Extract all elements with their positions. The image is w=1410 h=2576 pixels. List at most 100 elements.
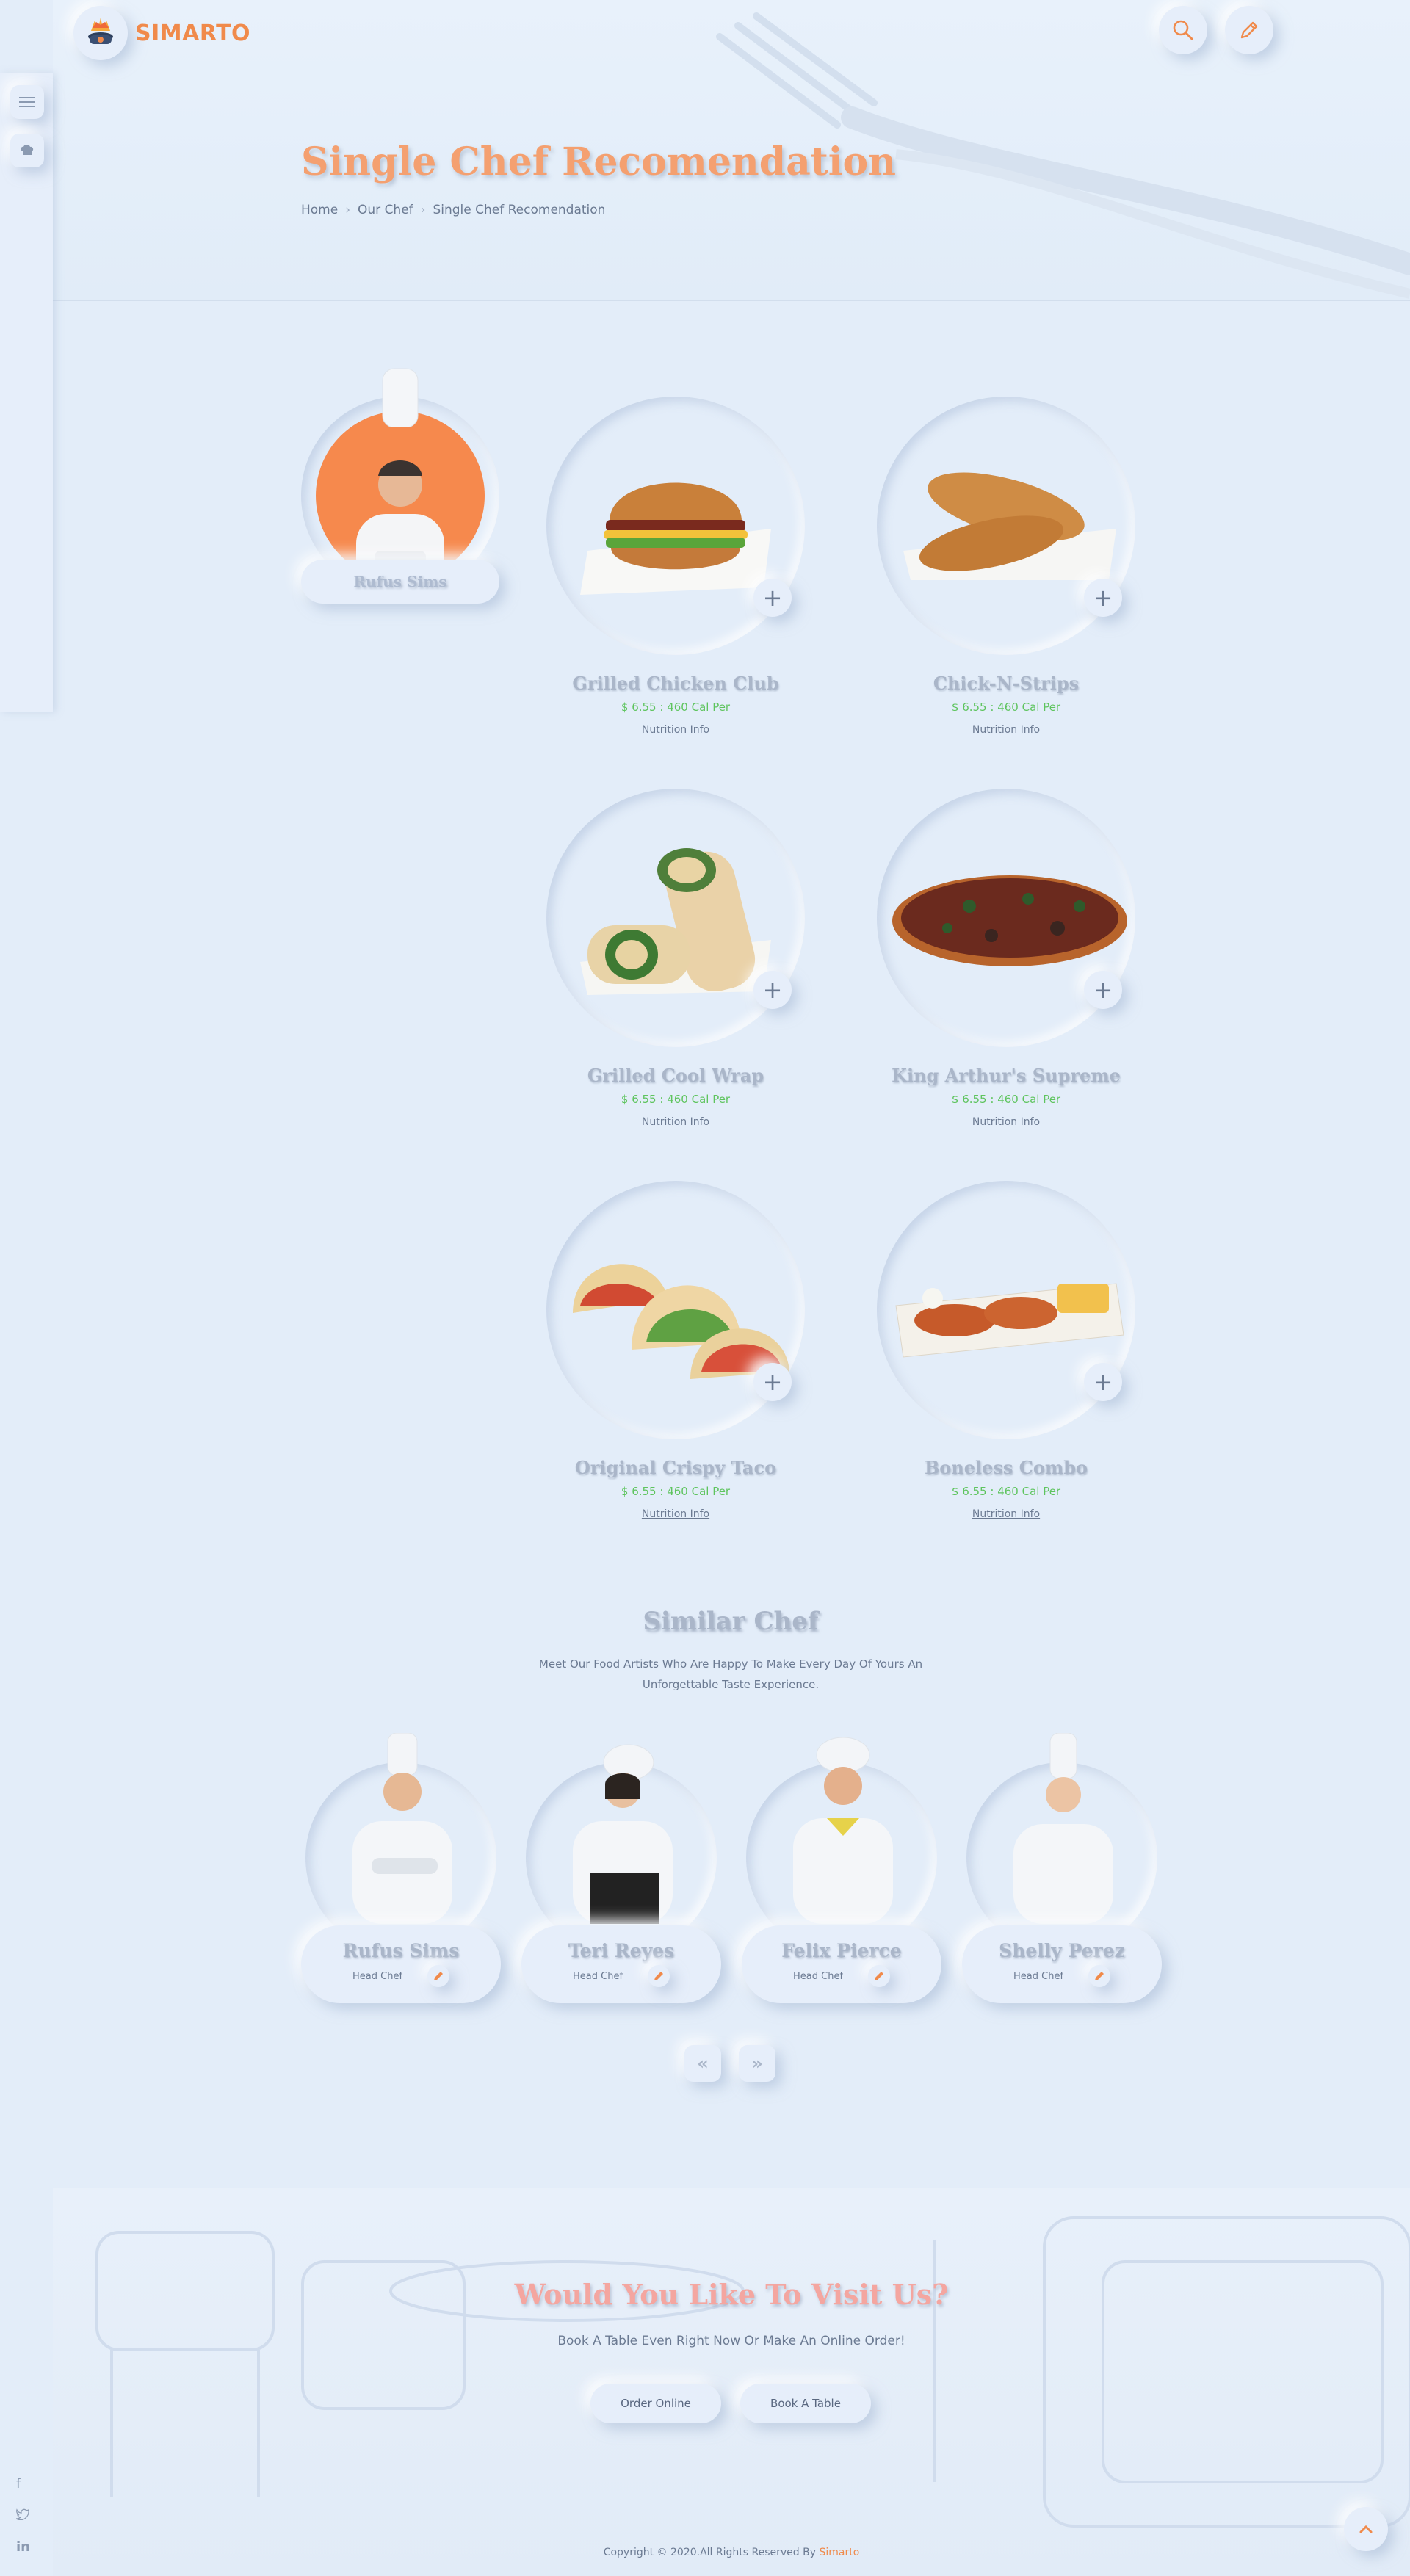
add-to-cart-button[interactable]: +: [1084, 1363, 1122, 1401]
plus-icon: +: [1093, 1368, 1113, 1396]
food-price: $ 6.55 : 460 Cal Per: [951, 701, 1061, 714]
chef-button[interactable]: [10, 134, 44, 167]
chef-link-button[interactable]: [427, 1965, 449, 1987]
chef-link-button[interactable]: [1088, 1965, 1110, 1987]
chef-hat-icon: [382, 368, 419, 427]
chef-name: Rufus Sims: [342, 1940, 460, 1961]
book-table-button[interactable]: Book A Table: [740, 2384, 871, 2423]
chef-hat-icon: [21, 145, 34, 155]
chef-role: Head Chef: [793, 1971, 844, 1982]
add-to-cart-button[interactable]: +: [753, 1363, 792, 1401]
section-subtitle: Meet Our Food Artists Who Are Happy To M…: [538, 1657, 923, 1691]
food-name: Original Crispy Taco: [574, 1457, 777, 1478]
chef-info-pill: [301, 1925, 501, 2003]
chef-name: Teri Reyes: [568, 1940, 675, 1961]
plus-icon: +: [1093, 584, 1113, 612]
food-price: $ 6.55 : 460 Cal Per: [951, 1485, 1061, 1498]
facebook-icon[interactable]: f: [16, 2476, 21, 2492]
food-card[interactable]: + King Arthur's Supreme $ 6.55 : 460 Cal…: [877, 789, 1141, 1128]
chef-role: Head Chef: [1013, 1971, 1064, 1982]
copyright-brand-link[interactable]: Simarto: [819, 2547, 859, 2558]
plus-icon: +: [762, 976, 783, 1004]
chef-card[interactable]: Shelly Perez Head Chef: [962, 1733, 1162, 2003]
chef-photo: [352, 1733, 452, 1924]
food-card[interactable]: + Grilled Chicken Club $ 6.55 : 460 Cal …: [546, 397, 811, 736]
visit-title: Would You Like To Visit Us?: [514, 2278, 949, 2311]
chef-card[interactable]: Teri Reyes Head Chef: [521, 1733, 721, 2003]
add-to-cart-button[interactable]: +: [753, 579, 792, 617]
breadcrumb-current: Single Chef Recomendation: [433, 203, 606, 217]
food-card[interactable]: + Chick-N-Strips $ 6.55 : 460 Cal Per Nu…: [877, 397, 1141, 736]
visit-section: Would You Like To Visit Us? Book A Table…: [53, 2188, 1410, 2576]
order-online-button[interactable]: Order Online: [590, 2384, 721, 2423]
search-button[interactable]: [1159, 6, 1207, 54]
featured-chef: [301, 368, 499, 595]
section-title: Similar Chef: [643, 1607, 819, 1636]
pencil-icon: [1240, 21, 1258, 39]
menu-icon: [19, 97, 35, 107]
nutrition-info-link[interactable]: Nutrition Info: [877, 1116, 1135, 1128]
logo-icon: [73, 6, 128, 60]
food-name: Chick-N-Strips: [933, 673, 1080, 694]
next-button[interactable]: »: [739, 2045, 776, 2082]
page-title: Single Chef Recomendation: [301, 140, 897, 184]
food-card[interactable]: + Original Crispy Taco $ 6.55 : 460 Cal …: [546, 1181, 811, 1520]
food-price: $ 6.55 : 460 Cal Per: [621, 1485, 731, 1498]
edit-button[interactable]: [1225, 6, 1273, 54]
brand-logo[interactable]: SIMARTO: [73, 6, 250, 60]
pencil-icon: [654, 1972, 663, 1980]
side-rail: [0, 73, 53, 712]
food-name: King Arthur's Supreme: [892, 1065, 1121, 1086]
chef-link-button[interactable]: [648, 1965, 670, 1987]
chef-info-pill: [742, 1925, 941, 2003]
food-name: Boneless Combo: [924, 1457, 1088, 1478]
back-to-top-button[interactable]: [1344, 2507, 1388, 2551]
add-to-cart-button[interactable]: +: [1084, 579, 1122, 617]
nutrition-info-link[interactable]: Nutrition Info: [877, 724, 1135, 736]
nutrition-info-link[interactable]: Nutrition Info: [877, 1508, 1135, 1520]
restaurant-background: [95, 2216, 1410, 2528]
breadcrumb-home[interactable]: Home: [301, 203, 338, 217]
chef-photo: [1013, 1733, 1113, 1924]
food-price: $ 6.55 : 460 Cal Per: [951, 1093, 1061, 1106]
food-price: $ 6.55 : 460 Cal Per: [621, 701, 731, 714]
previous-button[interactable]: «: [684, 2045, 721, 2082]
breadcrumb: Home › Our Chef › Single Chef Recomendat…: [301, 203, 605, 217]
chef-name: Rufus Sims: [301, 560, 499, 604]
menu-button[interactable]: [10, 85, 44, 119]
chef-photo: [573, 1744, 673, 1924]
search-icon: [1173, 20, 1193, 40]
breadcrumb-separator-icon: ›: [420, 203, 426, 217]
chef-link-button[interactable]: [868, 1965, 890, 1987]
chef-photo-background: [316, 411, 485, 580]
nutrition-info-link[interactable]: Nutrition Info: [546, 1116, 805, 1128]
add-to-cart-button[interactable]: +: [1084, 971, 1122, 1009]
food-card[interactable]: + Grilled Cool Wrap $ 6.55 : 460 Cal Per…: [546, 789, 811, 1128]
pencil-icon: [434, 1972, 443, 1980]
breadcrumb-our-chef[interactable]: Our Chef: [358, 203, 413, 217]
linkedin-icon[interactable]: in: [16, 2539, 30, 2555]
chef-name: Felix Pierce: [781, 1940, 902, 1961]
nutrition-info-link[interactable]: Nutrition Info: [546, 724, 805, 736]
chef-card[interactable]: Rufus Sims Head Chef: [301, 1733, 501, 2003]
plus-icon: +: [762, 1368, 783, 1396]
food-card[interactable]: + Boneless Combo $ 6.55 : 460 Cal Per Nu…: [877, 1181, 1141, 1520]
breadcrumb-separator-icon: ›: [345, 203, 351, 217]
burger-image: [580, 482, 771, 595]
pencil-icon: [875, 1972, 883, 1980]
add-to-cart-button[interactable]: +: [753, 971, 792, 1009]
twitter-icon[interactable]: [15, 2508, 29, 2524]
chef-card[interactable]: Felix Pierce Head Chef: [742, 1733, 941, 2003]
visit-subtitle: Book A Table Even Right Now Or Make An O…: [557, 2334, 905, 2348]
chef-photo: [793, 1737, 893, 1924]
combo-image: [895, 1283, 1124, 1358]
nutrition-info-link[interactable]: Nutrition Info: [546, 1508, 805, 1520]
chevron-up-icon: [1359, 2525, 1373, 2533]
food-name: Grilled Cool Wrap: [587, 1065, 764, 1086]
chef-role: Head Chef: [573, 1971, 623, 1982]
copyright: Copyright © 2020.All Rights Reserved By …: [53, 2547, 1410, 2558]
copyright-text: Copyright © 2020.All Rights Reserved By: [603, 2547, 817, 2558]
chef-info-pill: [521, 1925, 721, 2003]
brand-name: SIMARTO: [135, 20, 251, 46]
food-name: Grilled Chicken Club: [572, 673, 779, 694]
